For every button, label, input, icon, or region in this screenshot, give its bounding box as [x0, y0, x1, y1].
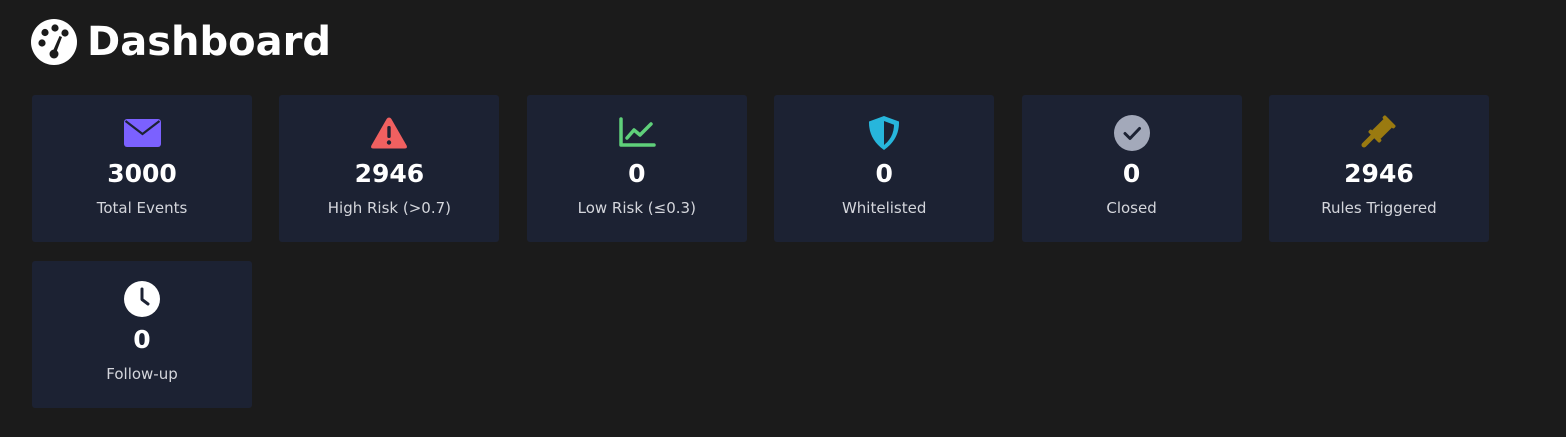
- stat-card-high-risk[interactable]: 2946 High Risk (>0.7): [279, 95, 500, 242]
- stat-label: High Risk (>0.7): [327, 199, 451, 217]
- stat-label: Closed: [1106, 199, 1157, 217]
- stat-card-whitelisted[interactable]: 0 Whitelisted: [774, 95, 995, 242]
- check-circle-icon: [1113, 115, 1151, 151]
- warning-triangle-icon: [370, 115, 408, 151]
- page-header: Dashboard: [31, 18, 331, 66]
- envelope-icon: [123, 115, 161, 151]
- stat-label: Rules Triggered: [1321, 199, 1437, 217]
- clock-icon: [123, 281, 161, 317]
- stat-card-follow-up[interactable]: 0 Follow-up: [32, 261, 252, 408]
- stat-card-rules-triggered[interactable]: 2946 Rules Triggered: [1268, 95, 1489, 242]
- stats-grid: 3000 Total Events 2946 High Risk (>0.7) …: [32, 95, 1489, 408]
- stat-value: 2946: [1344, 159, 1414, 188]
- page-title: Dashboard: [87, 19, 331, 65]
- stat-value: 0: [133, 325, 151, 354]
- stat-value: 3000: [107, 159, 177, 188]
- stat-value: 0: [1122, 159, 1141, 188]
- stat-label: Follow-up: [106, 365, 178, 383]
- stat-card-total-events[interactable]: 3000 Total Events: [32, 95, 252, 242]
- gavel-icon: [1360, 115, 1398, 151]
- tachometer-icon: [31, 19, 77, 65]
- stat-value: 2946: [354, 159, 425, 188]
- stat-label: Low Risk (≤0.3): [577, 199, 696, 217]
- shield-icon: [865, 115, 903, 151]
- stat-card-low-risk[interactable]: 0 Low Risk (≤0.3): [526, 95, 747, 242]
- stat-value: 0: [628, 159, 646, 188]
- stat-label: Whitelisted: [841, 199, 927, 217]
- stat-value: 0: [875, 159, 893, 188]
- line-chart-icon: [618, 115, 656, 151]
- stat-card-closed[interactable]: 0 Closed: [1021, 95, 1242, 242]
- stat-label: Total Events: [96, 199, 188, 217]
